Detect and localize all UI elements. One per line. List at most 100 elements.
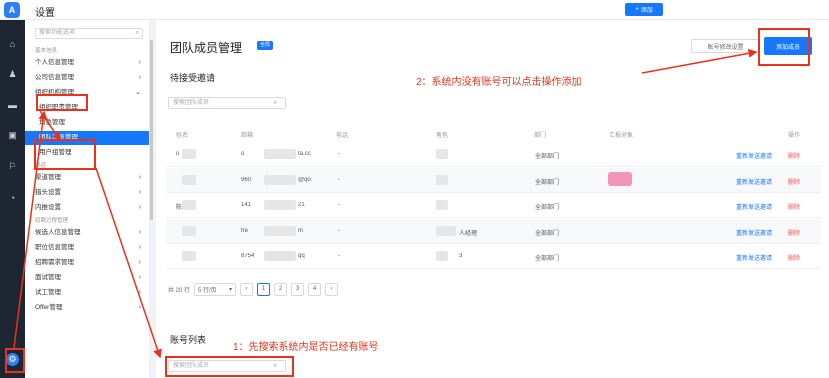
clock-icon[interactable]: ◔ (7, 192, 18, 203)
resend-invite-link[interactable]: 重新发送邀请 (736, 253, 772, 262)
row-phone: - (338, 253, 340, 259)
redacted-role (436, 200, 448, 210)
row-dept: 全部部门 (535, 179, 560, 186)
account-settings-button[interactable]: 账号修改设置 (691, 39, 760, 53)
row-email: 8754 (241, 253, 255, 259)
chevron-right-icon: › (138, 74, 141, 81)
row-phone: - (338, 202, 340, 208)
sidebar-item-label: 个人信息管理 (35, 59, 74, 66)
chevron-right-icon: › (138, 174, 141, 181)
pending-search-placeholder: 搜索团队成员 (173, 100, 210, 106)
sidebar-item[interactable]: 候选人信息管理 › (25, 226, 149, 240)
scope-badge: 全局 (257, 41, 274, 50)
redacted-role (436, 251, 448, 261)
sidebar-item[interactable]: 猎头设置 › (25, 186, 149, 200)
sidebar-item[interactable]: 面试管理 › (25, 271, 149, 285)
sidebar-search-input[interactable]: 搜索功能选项 ⌕ (35, 28, 143, 39)
delete-link[interactable]: 删除 (788, 202, 800, 211)
sidebar-item[interactable]: 招聘需求管理 › (25, 256, 149, 270)
row-dept: 全部部门 (535, 205, 560, 211)
people-icon[interactable]: ♟ (7, 69, 18, 80)
total-rows: 共 20 行 (168, 287, 191, 294)
redacted-name (182, 200, 196, 210)
sidebar-group-label: 基本信息 (25, 46, 149, 56)
delete-link[interactable]: 删除 (788, 177, 800, 186)
row-email: 960 (241, 176, 252, 183)
sidebar-item-label: Offer管理 (35, 304, 63, 311)
chevron-right-icon: › (138, 59, 141, 66)
redacted-email (264, 174, 296, 185)
row-email: 141 (241, 202, 252, 208)
redacted-email (264, 200, 296, 210)
sidebar-item-label: 招聘过程管理 (35, 218, 69, 224)
col-report: 汇报对象 (609, 133, 634, 139)
clock-icon[interactable]: ◷ (682, 4, 694, 16)
resend-invite-link[interactable]: 重新发送邀请 (736, 177, 772, 186)
row-dept: 全部部门 (535, 256, 560, 262)
top-bar: A 设置 + 添加 ◷ ? ♪ ▦ ◉ (0, 0, 829, 20)
table-row: 陈 141 21- 全部部门 重新发送邀请 删除 (166, 193, 821, 218)
app-logo[interactable]: A (4, 2, 20, 18)
pending-invites-title: 待接受邀请 (170, 73, 216, 83)
add-button[interactable]: + 添加 (625, 3, 663, 16)
sidebar-item-label: 面试管理 (35, 274, 61, 281)
redacted-name (182, 225, 196, 236)
sidebar-item-label: 试工管理 (35, 289, 61, 296)
bell-icon[interactable]: ♪ (737, 4, 749, 16)
briefcase-icon[interactable]: ▬ (7, 99, 18, 110)
annotation-box-team (34, 139, 96, 170)
row-email: o (241, 151, 245, 157)
sidebar-item-label: 渠道管理 (35, 174, 61, 181)
row-email-tail: 21 (298, 202, 305, 208)
pending-search-input[interactable]: 搜索团队成员 ⌕ (168, 97, 286, 109)
row-email-tail: qq (298, 253, 305, 259)
table-row: 960 @qo - 全部部门 重新发送邀请 删除 (166, 167, 821, 193)
next-page-button[interactable]: › (325, 282, 339, 296)
sidebar-scrollbar[interactable] (150, 40, 153, 220)
page-1-button[interactable]: 1 (257, 282, 271, 296)
chevron-right-icon: › (138, 289, 141, 296)
col-actions: 操作 (788, 133, 801, 139)
sidebar-item[interactable]: 试工管理 › (25, 286, 149, 300)
delete-link[interactable]: 删除 (788, 151, 800, 160)
prev-page-button[interactable]: ‹ (240, 282, 254, 296)
sidebar-item-label: 猎头设置 (35, 189, 61, 196)
sidebar-item[interactable]: 职位信息管理 › (25, 241, 149, 255)
row-email-tail: ta.cc (298, 151, 311, 157)
resend-invite-link[interactable]: 重新发送邀请 (736, 228, 772, 237)
resend-invite-link[interactable]: 重新发送邀请 (736, 202, 772, 211)
resend-invite-link[interactable]: 重新发送邀请 (736, 151, 772, 160)
search-icon: ⌕ (273, 100, 277, 106)
delete-link[interactable]: 删除 (788, 228, 800, 237)
sidebar-item[interactable]: Offer管理 › (25, 301, 149, 315)
chevron-right-icon: › (138, 304, 141, 311)
chart-icon[interactable]: ⚐ (7, 161, 18, 172)
col-name: 姓名 (176, 133, 189, 139)
bag-icon[interactable]: ▣ (7, 130, 18, 141)
redacted-role (436, 174, 448, 185)
left-rail: ⌂ ♟ ▬ ▣ ⚐ ◔ ⚙ (0, 20, 25, 378)
page-2-button[interactable]: 2 (274, 282, 288, 296)
sidebar-item[interactable]: 角色管理 (25, 116, 149, 130)
sidebar-item-label: 内推设置 (35, 204, 61, 211)
sidebar-item[interactable]: 公司信息管理 › (25, 71, 149, 85)
sidebar-item[interactable]: 个人信息管理 › (25, 56, 149, 70)
row-phone: - (338, 176, 340, 183)
home-icon[interactable]: ⌂ (7, 38, 18, 49)
chevron-right-icon: › (138, 204, 141, 211)
apps-icon[interactable]: ▦ (764, 4, 776, 16)
search-icon: ⌕ (135, 30, 139, 36)
sidebar-item[interactable]: 渠道管理 › (25, 171, 149, 185)
delete-link[interactable]: 删除 (788, 253, 800, 262)
page-size-select[interactable]: 5 行/页 ▾ (194, 282, 237, 296)
page-size-value: 5 行/页 (198, 287, 217, 294)
page-4-button[interactable]: 4 (308, 282, 322, 296)
sidebar-item[interactable]: 内推设置 › (25, 201, 149, 215)
sidebar-search-placeholder: 搜索功能选项 (39, 30, 76, 36)
help-icon[interactable]: ? (708, 4, 720, 16)
avatar[interactable]: ◉ (792, 4, 804, 16)
settings-sidebar: 搜索功能选项 ⌕ 基本信息 个人信息管理 › 公司信息管理 › 组织机构管理 ⌄ 组织职责管理… (25, 20, 150, 378)
page-3-button[interactable]: 3 (291, 282, 305, 296)
chat-icon[interactable]: ◎ (806, 308, 823, 325)
support-icon[interactable]: ☺ (806, 336, 823, 353)
